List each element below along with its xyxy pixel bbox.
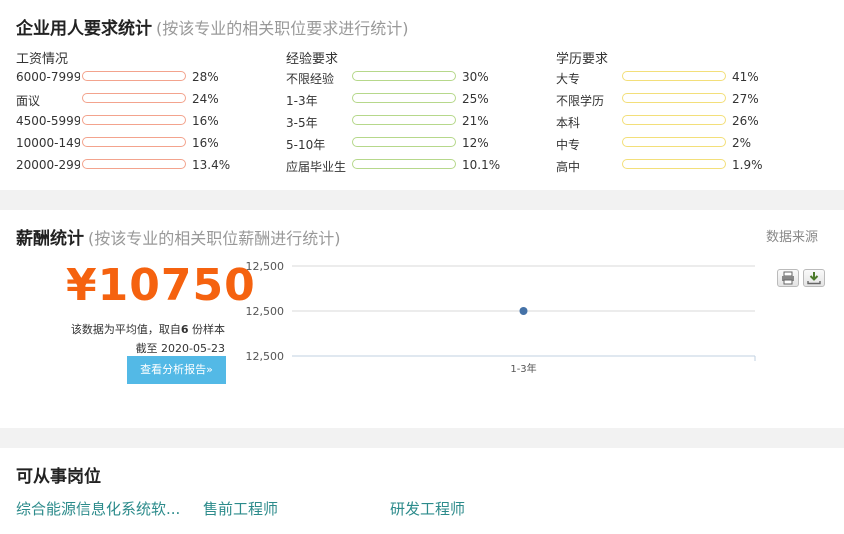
row-label: 中专 — [556, 138, 581, 152]
row-label: 本科 — [556, 116, 581, 130]
experience-row: 应届毕业生 10.1% — [286, 154, 536, 176]
progress-bar — [622, 115, 726, 125]
requirements-subtitle: (按该专业的相关职位要求进行统计) — [156, 19, 409, 38]
average-salary: ¥10750 — [66, 260, 256, 311]
row-percent: 2% — [732, 136, 752, 150]
row-label: 高中 — [556, 160, 581, 174]
printer-icon — [782, 271, 794, 285]
requirements-title: 企业用人要求统计 (按该专业的相关职位要求进行统计) — [16, 14, 409, 39]
row-label: 不限学历 — [556, 94, 605, 108]
salary-subtitle: (按该专业的相关职位薪酬进行统计) — [88, 229, 341, 248]
education-title: 学历要求 — [556, 52, 609, 67]
sample-note-prefix: 该数据为平均值，取自 — [70, 323, 181, 336]
y-tick-label: 12,500 — [246, 305, 285, 318]
progress-bar — [622, 93, 726, 103]
row-percent: 24% — [192, 92, 219, 106]
progress-bar — [352, 71, 456, 81]
row-percent: 30% — [462, 70, 489, 84]
education-row: 大专 41% — [556, 66, 806, 88]
sample-count: 6 — [180, 323, 189, 336]
progress-bar — [82, 137, 186, 147]
view-report-button[interactable]: 查看分析报告» — [127, 356, 226, 384]
row-label: 不限经验 — [286, 72, 335, 86]
row-percent: 1.9% — [732, 158, 763, 172]
salary-range-row: 10000-14999 16% — [16, 132, 266, 154]
row-percent: 10.1% — [462, 158, 501, 172]
progress-bar — [622, 71, 726, 81]
job-link[interactable]: 综合能源信息化系统软... — [16, 498, 180, 519]
row-label: 4500-5999 — [16, 114, 80, 128]
row-percent: 16% — [192, 114, 219, 128]
salary-title-text: 薪酬统计 — [16, 229, 84, 249]
job-link[interactable]: 研发工程师 — [390, 498, 465, 519]
print-button[interactable] — [777, 269, 799, 287]
salary-range-row: 20000-29999 13.4% — [16, 154, 266, 176]
row-label: 应届毕业生 — [286, 160, 347, 174]
jobs-title: 可从事岗位 — [16, 467, 101, 487]
education-row: 本科 26% — [556, 110, 806, 132]
progress-bar — [622, 159, 726, 169]
salary-range-row: 面议 24% — [16, 88, 266, 110]
row-label: 20000-29999 — [16, 158, 80, 172]
data-point[interactable] — [519, 307, 528, 315]
salary-title: 薪酬统计 (按该专业的相关职位薪酬进行统计) — [16, 224, 341, 249]
salary-range-column: 工资情况 6000-7999 28% 面议 24% 4500-5999 16% 100… — [16, 48, 266, 176]
row-percent: 13.4% — [192, 158, 231, 172]
education-row: 不限学历 27% — [556, 88, 806, 110]
salary-range-row: 6000-7999 28% — [16, 66, 266, 88]
progress-bar — [82, 71, 186, 81]
row-label: 10000-14999 — [16, 136, 80, 150]
y-tick-label: 12,500 — [246, 260, 285, 273]
row-label: 大专 — [556, 72, 581, 86]
job-link[interactable]: 售前工程师 — [203, 498, 278, 519]
experience-row: 3-5年 21% — [286, 110, 536, 132]
progress-bar — [352, 93, 456, 103]
row-percent: 16% — [192, 136, 219, 150]
experience-title: 经验要求 — [286, 52, 339, 67]
education-row: 中专 2% — [556, 132, 806, 154]
data-source-link[interactable]: 数据来源 — [766, 226, 818, 245]
x-tick-label: 1-3年 — [510, 362, 536, 375]
progress-bar — [352, 115, 456, 125]
row-label: 面议 — [16, 94, 41, 108]
row-percent: 21% — [462, 114, 489, 128]
download-icon — [807, 272, 821, 285]
row-label: 3-5年 — [286, 116, 318, 130]
row-percent: 12% — [462, 136, 489, 150]
progress-bar — [622, 137, 726, 147]
salary-range-title: 工资情况 — [16, 52, 69, 67]
download-button[interactable] — [803, 269, 825, 287]
requirements-panel: 企业用人要求统计 (按该专业的相关职位要求进行统计) 工资情况 6000-7999… — [0, 0, 844, 190]
row-percent: 41% — [732, 70, 759, 84]
sample-note-suffix: 份样本 — [192, 323, 225, 336]
progress-bar — [352, 137, 456, 147]
salary-chart: 12,500 12,500 12,500 1-3年 — [246, 260, 756, 375]
education-row: 高中 1.9% — [556, 154, 806, 176]
education-column: 学历要求 大专 41% 不限学历 27% 本科 26% 中专 2% 高中 1.9% — [556, 48, 806, 176]
requirements-title-text: 企业用人要求统计 — [16, 19, 152, 39]
row-percent: 28% — [192, 70, 219, 84]
progress-bar — [82, 115, 186, 125]
row-label: 1-3年 — [286, 94, 318, 108]
salary-date: 截至 2020-05-23 — [135, 342, 225, 355]
experience-row: 不限经验 30% — [286, 66, 536, 88]
row-percent: 26% — [732, 114, 759, 128]
experience-column: 经验要求 不限经验 30% 1-3年 25% 3-5年 21% 5-10年 12% 应届… — [286, 48, 536, 176]
row-label: 6000-7999 — [16, 70, 80, 84]
experience-row: 5-10年 12% — [286, 132, 536, 154]
salary-range-row: 4500-5999 16% — [16, 110, 266, 132]
progress-bar — [352, 159, 456, 169]
row-percent: 25% — [462, 92, 489, 106]
jobs-panel: 可从事岗位 综合能源信息化系统软... 售前工程师 研发工程师 — [0, 448, 844, 534]
row-label: 5-10年 — [286, 138, 326, 152]
y-tick-label: 12,500 — [246, 350, 285, 363]
experience-row: 1-3年 25% — [286, 88, 536, 110]
salary-panel: 薪酬统计 (按该专业的相关职位薪酬进行统计) 数据来源 ¥10750 该数据为平均… — [0, 210, 844, 428]
row-percent: 27% — [732, 92, 759, 106]
progress-bar — [82, 93, 186, 103]
progress-bar — [82, 159, 186, 169]
sample-note: 该数据为平均值，取自6 份样本 — [71, 321, 225, 337]
